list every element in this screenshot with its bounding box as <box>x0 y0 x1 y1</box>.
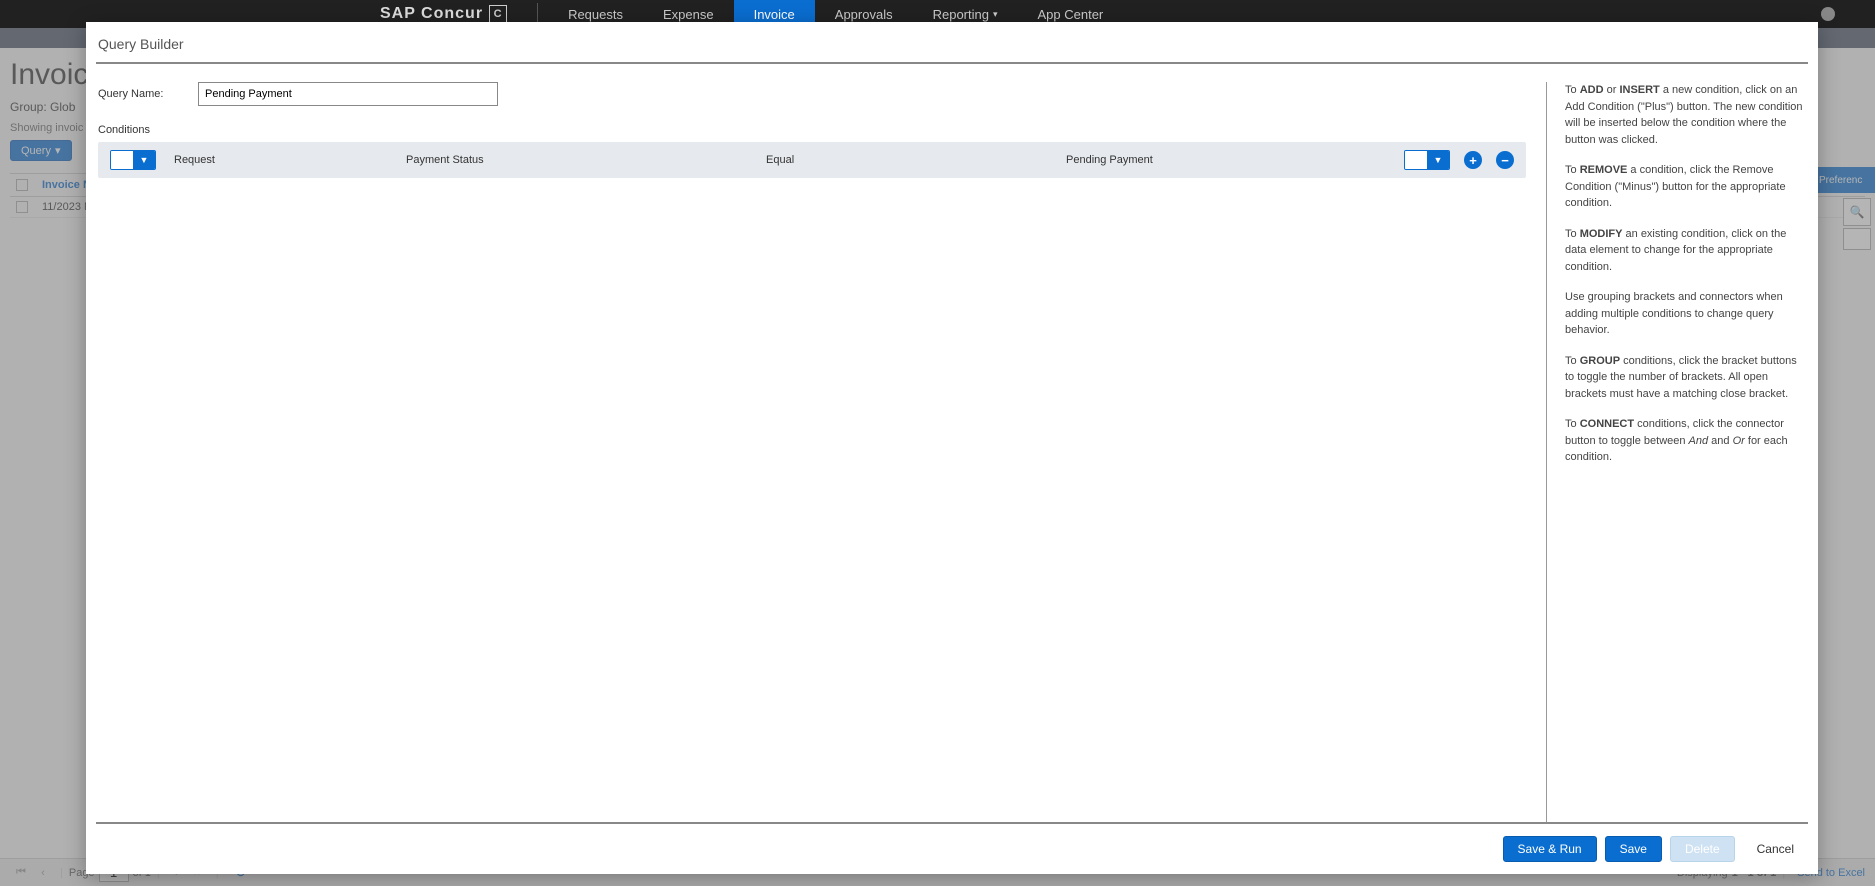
help-panel: To ADD or INSERT a new condition, click … <box>1546 82 1806 822</box>
condition-value[interactable]: Pending Payment <box>1066 154 1404 166</box>
caret-down-icon: ▾ <box>993 9 998 20</box>
bracket-dropdown-icon: ▼ <box>1427 151 1449 169</box>
query-name-input[interactable] <box>198 82 498 106</box>
conditions-label: Conditions <box>98 124 1526 136</box>
help-modify: To MODIFY an existing condition, click o… <box>1565 226 1806 276</box>
condition-field[interactable]: Payment Status <box>406 154 766 166</box>
cancel-button[interactable]: Cancel <box>1743 837 1808 861</box>
bracket-dropdown-icon: ▼ <box>133 151 155 169</box>
modal-footer: Save & Run Save Delete Cancel <box>96 822 1808 874</box>
add-condition-icon[interactable]: + <box>1464 151 1482 169</box>
help-group: To GROUP conditions, click the bracket b… <box>1565 353 1806 403</box>
bracket-left <box>111 151 133 169</box>
avatar-icon[interactable] <box>1821 7 1835 21</box>
brand-logo-icon: C <box>489 5 507 23</box>
close-bracket-toggle[interactable]: ▼ <box>1404 150 1450 170</box>
help-remove: To REMOVE a condition, click the Remove … <box>1565 162 1806 212</box>
open-bracket-toggle[interactable]: ▼ <box>110 150 156 170</box>
remove-condition-icon[interactable]: − <box>1496 151 1514 169</box>
profile-area <box>1801 7 1875 21</box>
query-name-label: Query Name: <box>98 88 198 100</box>
modal-left-panel: Query Name: Conditions ▼ Request Payment… <box>98 82 1546 822</box>
save-button[interactable]: Save <box>1605 836 1662 862</box>
bracket-left <box>1405 151 1427 169</box>
help-grouping-note: Use grouping brackets and connectors whe… <box>1565 289 1806 339</box>
brand-text: SAP Concur <box>380 5 483 23</box>
query-builder-modal: Query Builder Query Name: Conditions ▼ R… <box>86 22 1818 874</box>
condition-entity[interactable]: Request <box>156 154 406 166</box>
save-and-run-button[interactable]: Save & Run <box>1503 836 1597 862</box>
condition-operator[interactable]: Equal <box>766 154 1066 166</box>
condition-row: ▼ Request Payment Status Equal Pending P… <box>98 142 1526 178</box>
delete-button: Delete <box>1670 836 1735 862</box>
brand: SAP Concur C <box>380 5 507 23</box>
help-connect: To CONNECT conditions, click the connect… <box>1565 416 1806 466</box>
help-add: To ADD or INSERT a new condition, click … <box>1565 82 1806 148</box>
modal-title: Query Builder <box>86 22 1818 62</box>
